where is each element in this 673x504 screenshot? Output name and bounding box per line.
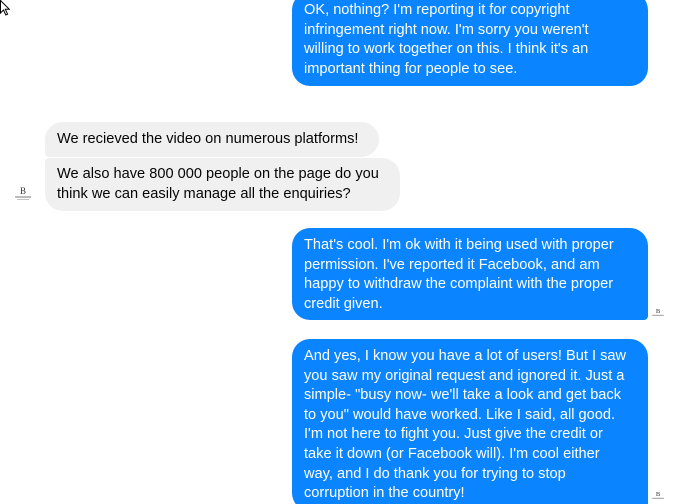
incoming-message[interactable]: We recieved the video on numerous platfo…	[45, 122, 379, 157]
message-thread: OK, nothing? I'm reporting it for copyri…	[0, 0, 673, 504]
outgoing-message[interactable]: And yes, I know you have a lot of users!…	[292, 339, 648, 504]
svg-text:B: B	[20, 186, 26, 196]
incoming-message[interactable]: We also have 800 000 people on the page …	[45, 158, 400, 211]
page-logo-avatar[interactable]: B	[12, 183, 34, 205]
page-logo-icon: B	[652, 308, 664, 316]
read-receipt-avatar: B	[650, 488, 666, 504]
outgoing-message[interactable]: OK, nothing? I'm reporting it for copyri…	[292, 0, 648, 86]
svg-text:B: B	[656, 308, 661, 315]
page-logo-icon: B	[15, 186, 31, 200]
mouse-cursor-icon	[0, 0, 10, 16]
read-receipt-avatar: B	[650, 305, 666, 321]
svg-text:B: B	[656, 491, 661, 498]
outgoing-message[interactable]: That's cool. I'm ok with it being used w…	[292, 228, 648, 320]
page-logo-icon: B	[652, 491, 664, 499]
